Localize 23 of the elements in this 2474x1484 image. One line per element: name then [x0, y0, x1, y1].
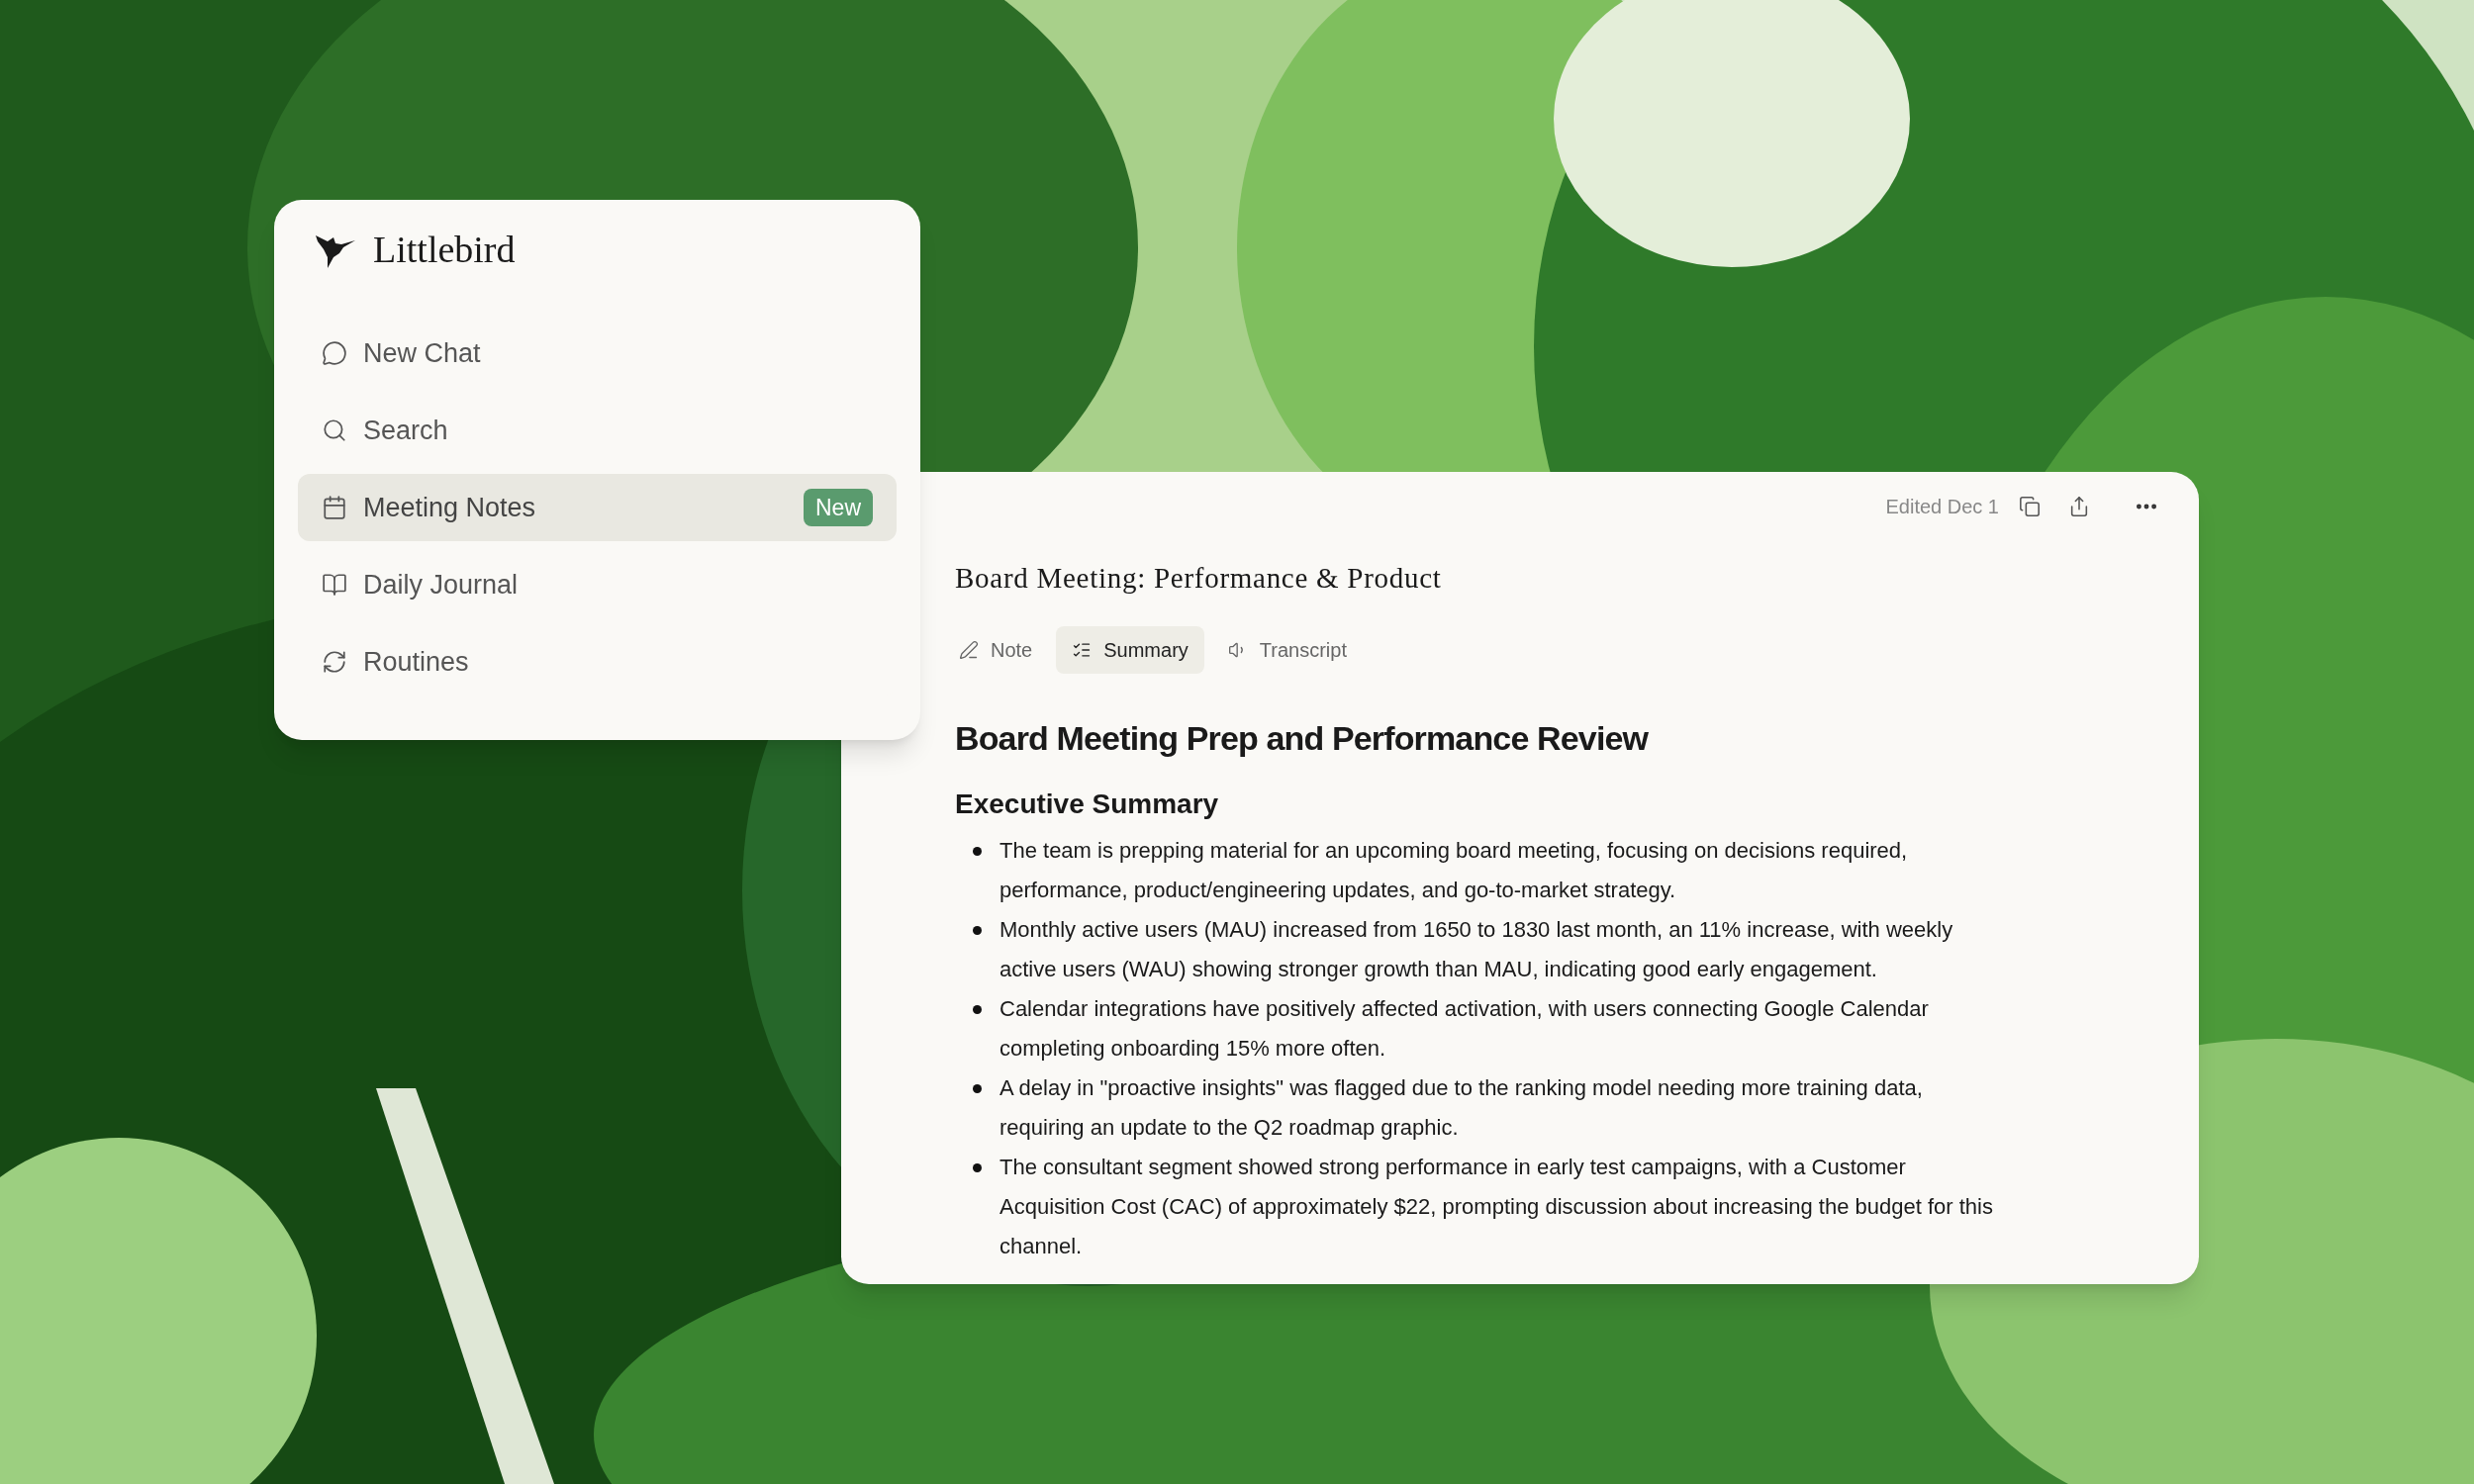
search-icon: [322, 417, 347, 443]
edited-date: Edited Dec 1: [1885, 495, 1999, 519]
view-tab[interactable]: Note: [943, 625, 1049, 674]
view-tab[interactable]: Transcript: [1211, 625, 1363, 674]
summary-bullet: Calendar integrations have positively affected activation, with users connecting Google Calendar completing onboarding 15% more often.: [999, 994, 1930, 1063]
summary-bullet: The team is prepping material for an upcoming board meeting, focusing on decisions required, performance, product/engineering updates, and go-to-market strategy.: [999, 836, 1909, 904]
summary-bullet: Monthly active users (MAU) increased from 1650 to 1830 last month, an 11% increase, with weekly active users (WAU) showing stronger growth than MAU, indicating good early engagement.: [999, 915, 1954, 983]
summary-heading: Board Meeting Prep and Performance Review: [955, 717, 1650, 759]
pencil-icon: [959, 639, 979, 660]
brand-name: Littlebird: [373, 228, 516, 272]
sidebar-item[interactable]: Meeting Notes New: [298, 474, 897, 541]
new-badge: New: [804, 488, 873, 527]
summary-bullet: The consultant segment showed strong performance in early test campaigns, with a Customer Acquisition Cost (CAC) of approximately $22, prompting discussion about increasing the budget for this channel.: [999, 1153, 1994, 1260]
chat-bubble-icon: [322, 340, 347, 366]
share-icon[interactable]: [2068, 496, 2090, 517]
calendar-icon: [322, 495, 347, 520]
book-icon: [322, 572, 347, 598]
refresh-icon: [322, 649, 347, 675]
document-title: Board Meeting: Performance & Product: [955, 561, 1443, 596]
summary-bullet: A delay in "proactive insights" was flagged due to the ranking model needing more training data, requiring an update to the Q2 roadmap graphic.: [999, 1073, 1924, 1142]
section-heading: Executive Summary: [955, 787, 1220, 821]
copy-icon[interactable]: [2019, 496, 2041, 517]
view-tab[interactable]: Summary: [1056, 625, 1204, 674]
